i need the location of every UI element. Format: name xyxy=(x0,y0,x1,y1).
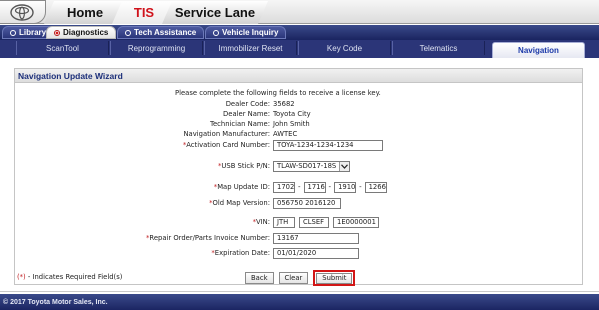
activation-card-input[interactable]: TOYA-1234-1234-1234 xyxy=(273,139,383,151)
map-update-id-part3[interactable]: 1910 xyxy=(334,181,357,193)
tab-immobilizer-reset-label: Immobilizer Reset xyxy=(218,43,283,53)
top-tab-bar: Home TIS Service Lane xyxy=(0,0,599,24)
tab-scantool[interactable]: ScanTool xyxy=(16,41,109,55)
usb-stick-row: *USB Stick P/N: TLAW-SD017-18S xyxy=(15,160,351,172)
back-button[interactable]: Back xyxy=(245,272,274,284)
chevron-down-icon[interactable] xyxy=(339,161,350,171)
repair-order-label: *Repair Order/Parts Invoice Number: xyxy=(146,234,270,242)
tab-tech-assistance[interactable]: Tech Assistance xyxy=(117,26,205,39)
tab-diagnostics-label: Diagnostics xyxy=(63,28,109,37)
tab-reprogramming-label: Reprogramming xyxy=(127,43,186,53)
wizard-actions: Back Clear Submit xyxy=(245,270,356,286)
tab-service-lane-label: Service Lane xyxy=(174,5,256,20)
tab-diagnostics[interactable]: Diagnostics xyxy=(46,26,117,39)
tab-navigation[interactable]: Navigation xyxy=(492,42,585,58)
tab-library-label: Library xyxy=(19,28,47,37)
vin-label: *VIN: xyxy=(252,218,270,226)
required-note-marker: (*) xyxy=(17,273,26,281)
tab-vehicle-inquiry[interactable]: Vehicle Inquiry xyxy=(205,26,287,39)
toyota-logo-icon xyxy=(10,4,34,21)
radio-selected-icon xyxy=(54,29,60,36)
map-update-row: *Map Update ID: 1702 - 1716 - 1910 - 126… xyxy=(15,181,387,193)
tab-home-label: Home xyxy=(66,5,104,20)
tab-scantool-label: ScanTool xyxy=(46,43,79,53)
tab-key-code-label: Key Code xyxy=(326,43,363,53)
dealer-name-label: Dealer Name: xyxy=(223,110,270,118)
tab-navigation-label: Navigation xyxy=(518,46,559,55)
map-update-label: *Map Update ID: xyxy=(213,183,270,191)
required-fields-note: (*) - Indicates Required Field(s) xyxy=(17,273,122,281)
old-map-row: *Old Map Version: 056750 2016120 xyxy=(15,197,341,209)
tab-tech-assistance-label: Tech Assistance xyxy=(134,28,197,37)
radio-icon xyxy=(213,29,219,36)
required-note-text: - Indicates Required Field(s) xyxy=(25,273,123,281)
repair-order-row: *Repair Order/Parts Invoice Number: 1316… xyxy=(15,232,359,244)
activation-card-row: *Activation Card Number: TOYA-1234-1234-… xyxy=(15,139,383,151)
vin-part2-input[interactable]: CLSEF xyxy=(299,216,329,228)
dash-separator: - xyxy=(298,183,301,191)
map-update-id-part1[interactable]: 1702 xyxy=(273,181,295,193)
toyota-logo-tab[interactable] xyxy=(0,0,46,24)
old-map-version-input[interactable]: 056750 2016120 xyxy=(273,197,341,209)
expiration-date-input[interactable]: 01/01/2020 xyxy=(273,247,359,259)
vin-part3-input[interactable]: 1E0000001 xyxy=(333,216,379,228)
tab-immobilizer-reset[interactable]: Immobilizer Reset xyxy=(204,41,297,55)
tab-key-code[interactable]: Key Code xyxy=(298,41,391,55)
submit-button-highlight: Submit xyxy=(313,270,356,286)
old-map-label: *Old Map Version: xyxy=(209,199,270,207)
dealer-name-row: Dealer Name: Toyota City xyxy=(15,109,311,119)
dash-separator: - xyxy=(328,183,332,191)
sub-tab-bar: ScanTool Reprogramming Immobilizer Reset… xyxy=(0,40,599,58)
repair-order-input[interactable]: 13167 xyxy=(273,232,359,244)
dash-separator: - xyxy=(359,183,362,191)
technician-label: Technician Name: xyxy=(209,120,270,128)
manufacturer-row: Navigation Manufacturer: AWTEC xyxy=(15,129,297,139)
map-update-id-part2[interactable]: 1716 xyxy=(303,181,326,193)
section-tab-bar: Library Diagnostics Tech Assistance Vehi… xyxy=(0,25,599,40)
dealer-code-label: Dealer Code: xyxy=(225,100,270,108)
vin-part1-input[interactable]: JTH xyxy=(273,216,295,228)
dealer-code-value: 35682 xyxy=(273,100,295,108)
map-update-id-part4[interactable]: 1266 xyxy=(364,181,387,193)
tab-service-lane[interactable]: Service Lane xyxy=(162,1,268,24)
tab-telematics-label: Telematics xyxy=(419,43,458,53)
technician-value: John Smith xyxy=(273,120,310,128)
wizard-instructions: Please complete the following fields to … xyxy=(175,89,381,97)
navigation-update-wizard: Navigation Update Wizard Please complete… xyxy=(14,68,583,286)
radio-icon xyxy=(125,29,131,36)
usb-stick-label: *USB Stick P/N: xyxy=(218,162,270,170)
dealer-code-row: Dealer Code: 35682 xyxy=(15,99,295,109)
expiration-date-row: *Expiration Date: 01/01/2020 xyxy=(15,247,359,259)
radio-icon xyxy=(10,29,16,36)
manufacturer-label: Navigation Manufacturer: xyxy=(183,130,270,138)
footer-copyright: © 2017 Toyota Motor Sales, Inc. xyxy=(0,294,599,310)
tab-telematics[interactable]: Telematics xyxy=(392,41,485,55)
tab-vehicle-inquiry-label: Vehicle Inquiry xyxy=(222,28,279,37)
tab-tis-label: TIS xyxy=(133,5,155,20)
usb-stick-selected: TLAW-SD017-18S xyxy=(277,162,337,170)
activation-card-label: *Activation Card Number: xyxy=(182,141,270,149)
wizard-title: Navigation Update Wizard xyxy=(15,69,582,83)
manufacturer-value: AWTEC xyxy=(273,130,298,138)
main-content: Navigation Update Wizard Please complete… xyxy=(0,58,599,292)
vin-row: *VIN: JTH CLSEF 1E0000001 xyxy=(15,216,379,228)
submit-button[interactable]: Submit xyxy=(316,272,353,284)
tab-reprogramming[interactable]: Reprogramming xyxy=(110,41,203,55)
clear-button[interactable]: Clear xyxy=(278,272,309,284)
dealer-name-value: Toyota City xyxy=(273,110,311,118)
expiration-date-label: *Expiration Date: xyxy=(211,249,270,257)
technician-row: Technician Name: John Smith xyxy=(15,119,310,129)
usb-stick-select[interactable]: TLAW-SD017-18S xyxy=(273,160,351,172)
